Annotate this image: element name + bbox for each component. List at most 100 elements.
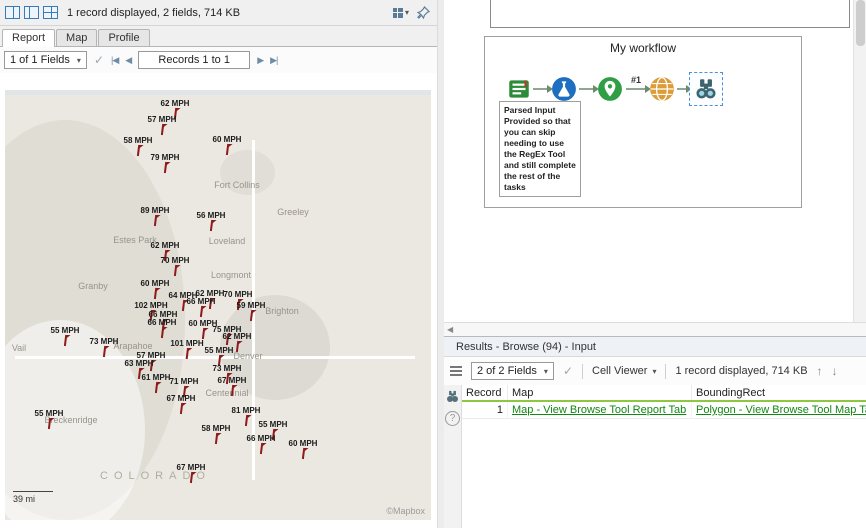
flag-icon	[233, 341, 243, 352]
next-record-button[interactable]: ▶	[257, 55, 264, 66]
flag-icon	[247, 310, 257, 321]
scale-bar	[13, 491, 53, 492]
scroll-left-arrow-icon[interactable]: ◀	[444, 325, 453, 334]
wind-speed-marker: 59 MPH	[237, 302, 265, 321]
wind-speed-label: 71 MPH	[169, 377, 199, 386]
canvas-horizontal-scrollbar[interactable]: ◀	[444, 322, 866, 336]
wind-speed-label: 62 MPH	[222, 332, 252, 341]
panel-splitter[interactable]	[437, 0, 444, 528]
place-label: Denver	[233, 351, 263, 361]
move-up-icon[interactable]: ↑	[817, 364, 823, 378]
column-header-map[interactable]: Map	[508, 385, 692, 400]
browse-report-window: 1 record displayed, 2 fields, 714 KB ▾ R…	[0, 0, 437, 528]
anchor-strip: ?	[444, 385, 462, 528]
flag-icon	[197, 306, 207, 317]
table-header-row: Record Map BoundingRect	[462, 385, 866, 402]
record-summary: 1 record displayed, 2 fields, 714 KB	[67, 6, 241, 19]
create-points-tool[interactable]	[597, 76, 623, 102]
record-navigation-toolbar: 1 of 1 Fields ▾ ✓ |◀ ◀ Records 1 to 1 ▶ …	[0, 47, 437, 73]
wind-speed-marker: 66 MPH	[246, 434, 276, 454]
wind-speed-label: 66 MPH	[246, 434, 276, 443]
results-panel: Results - Browse (94) - Input 2 of 2 Fie…	[444, 336, 866, 528]
map-cell-link[interactable]: Map - View Browse Tool Report Tab	[512, 404, 686, 416]
results-table: Record Map BoundingRect 1 Map - View Brow…	[462, 385, 866, 528]
menu-icon[interactable]	[450, 366, 462, 376]
pin-icon[interactable]	[417, 6, 430, 19]
browse-anchor-icon[interactable]	[444, 389, 461, 404]
last-record-button[interactable]: ▶|	[270, 55, 278, 66]
wind-speed-label: 60 MPH	[140, 279, 170, 288]
canvas-vertical-scrollbar[interactable]	[853, 0, 866, 322]
cell-viewer-dropdown[interactable]: Cell Viewer ▾	[592, 365, 656, 377]
flag-icon	[182, 348, 193, 359]
formula-flask-icon	[552, 77, 576, 101]
wind-speed-label: 61 MPH	[141, 373, 171, 382]
flag-icon	[212, 433, 222, 444]
apply-check-icon[interactable]: ✓	[94, 53, 104, 67]
place-label: Granby	[78, 281, 108, 291]
window-layout-grid-icon[interactable]	[43, 6, 58, 19]
wind-speed-marker: 67 MPH	[167, 395, 195, 414]
wind-speed-label: 73 MPH	[89, 337, 119, 346]
right-area: My workflow #1 Parsed Input Provided so …	[444, 0, 866, 528]
flag-icon	[228, 385, 238, 396]
table-chooser-icon[interactable]: ▾	[392, 7, 409, 18]
report-map[interactable]: Fort Collins Greeley Estes Park Loveland Lon…	[5, 90, 431, 520]
results-fields-dropdown[interactable]: 2 of 2 Fields ▾	[471, 362, 554, 380]
tab-profile[interactable]: Profile	[98, 29, 150, 46]
connector	[579, 85, 599, 93]
divider	[582, 363, 583, 379]
workflow-canvas[interactable]: My workflow #1 Parsed Input Provided so …	[444, 0, 866, 322]
results-toolbar: 2 of 2 Fields ▾ ✓ Cell Viewer ▾ 1 record…	[444, 357, 866, 385]
wind-speed-marker: 55 MPH	[51, 327, 79, 346]
wind-speed-marker: 55 MPH	[35, 410, 63, 429]
boundingrect-cell-link[interactable]: Polygon - View Browse Tool Map Tab	[696, 404, 866, 416]
wind-speed-label: 55 MPH	[204, 346, 234, 355]
scrollbar-thumb[interactable]	[856, 0, 865, 46]
wind-speed-marker: 60 MPH	[140, 279, 170, 299]
connection-label: #1	[631, 75, 642, 85]
wind-speed-label: 101 MPH	[170, 339, 204, 348]
place-label: Loveland	[208, 236, 246, 246]
workflow-container[interactable]: My workflow #1 Parsed Input Provided so …	[484, 36, 802, 208]
offscreen-container-edge	[490, 0, 850, 28]
place-label: Longmont	[210, 270, 252, 280]
fields-dropdown[interactable]: 1 of 1 Fields ▾	[4, 51, 87, 69]
flag-icon	[61, 335, 71, 346]
report-tabs: Report Map Profile	[0, 26, 437, 47]
prev-record-button[interactable]: ◀	[125, 55, 132, 66]
wind-speed-label: 102 MPH	[134, 301, 168, 310]
flag-icon	[161, 162, 171, 173]
wind-speed-label: 58 MPH	[123, 136, 153, 145]
help-icon[interactable]: ?	[445, 411, 460, 426]
window-layout-sidebar-icon[interactable]	[24, 6, 39, 19]
grid-icon	[392, 7, 403, 18]
wind-speed-label: 63 MPH	[124, 359, 154, 368]
state-label: COLORADO	[100, 470, 211, 482]
column-header-boundingrect[interactable]: BoundingRect	[692, 385, 866, 400]
browse-tool-selected[interactable]	[689, 72, 723, 106]
first-record-button[interactable]: |◀	[111, 55, 119, 66]
wind-speed-marker: 56 MPH	[197, 212, 225, 231]
wind-speed-label: 66 MPH	[186, 297, 216, 306]
tab-report[interactable]: Report	[2, 29, 56, 47]
chevron-down-icon: ▾	[543, 366, 548, 376]
wind-speed-marker: 66 MPH	[148, 319, 176, 338]
results-body: ? Record Map BoundingRect 1 Map - View Br…	[444, 385, 866, 528]
flag-icon	[223, 144, 233, 155]
table-row: 1 Map - View Browse Tool Report Tab Polygo…	[462, 402, 866, 419]
tab-map[interactable]: Map	[56, 29, 98, 46]
globe-icon	[650, 76, 674, 102]
wind-speed-marker: 70 MPH	[161, 257, 189, 276]
report-map-tool[interactable]	[649, 76, 675, 102]
workflow-annotation[interactable]: Parsed Input Provided so that you can sk…	[499, 101, 581, 198]
text-input-tool[interactable]	[506, 76, 532, 102]
results-table-body: 1 Map - View Browse Tool Report Tab Polygo…	[462, 402, 866, 419]
move-down-icon[interactable]: ↓	[832, 364, 838, 378]
formula-tool[interactable]	[551, 76, 577, 102]
apply-check-icon[interactable]: ✓	[563, 364, 573, 378]
flag-icon	[199, 328, 209, 339]
wind-speed-marker: 57 MPH	[148, 116, 176, 135]
window-layout-split-icon[interactable]	[5, 6, 20, 19]
column-header-record[interactable]: Record	[462, 385, 508, 400]
